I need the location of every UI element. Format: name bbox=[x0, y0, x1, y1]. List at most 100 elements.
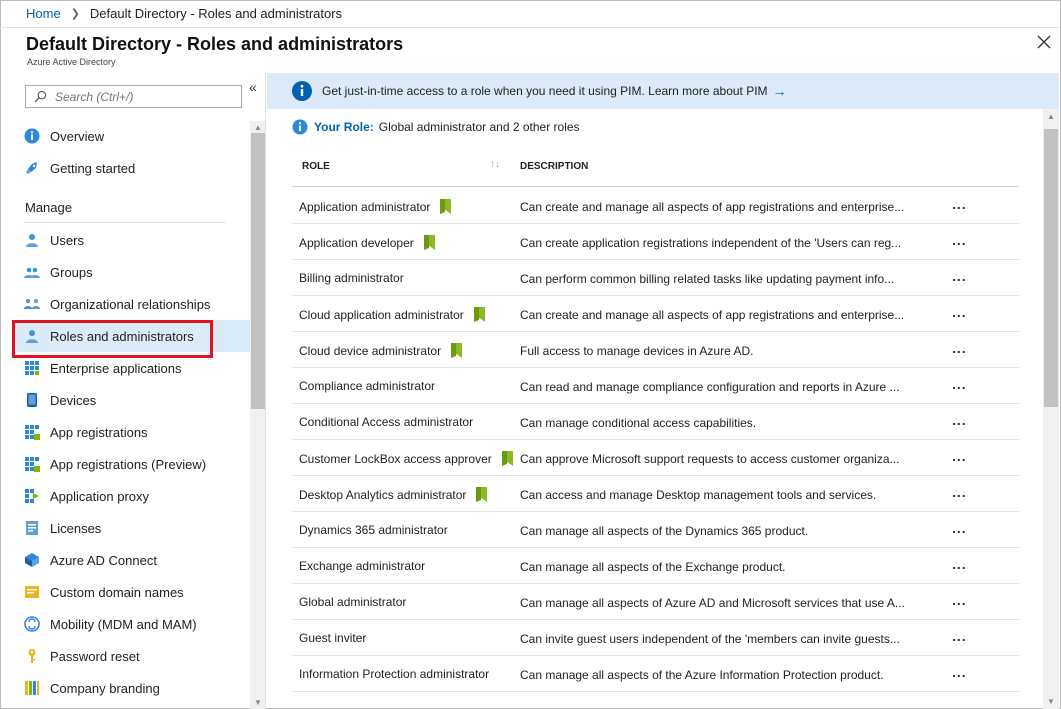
role-description: Can manage all aspects of Azure AD and M… bbox=[520, 596, 905, 610]
table-row[interactable]: Desktop Analytics administrator Can acces… bbox=[292, 476, 1019, 512]
role-name: Exchange administrator bbox=[299, 559, 426, 573]
sidebar-item-licenses[interactable]: Licenses bbox=[12, 512, 250, 544]
sidebar-item-label: Users bbox=[50, 232, 84, 248]
sidebar-item-custom-domain-names[interactable]: Custom domain names bbox=[12, 576, 250, 608]
column-header-description: DESCRIPTION bbox=[520, 161, 589, 172]
table-row[interactable]: Cloud application administrator Can creat… bbox=[292, 296, 1019, 332]
more-options-icon[interactable]: ... bbox=[952, 412, 967, 428]
bookmark-badge-icon bbox=[451, 343, 463, 358]
role-name-cell: Guest inviter bbox=[299, 631, 366, 645]
sidebar-item-roles-and-administrators[interactable]: Roles and administrators bbox=[12, 320, 250, 358]
role-name-cell: Application administrator bbox=[299, 199, 452, 214]
table-row[interactable]: Dynamics 365 administrator Can manage all… bbox=[292, 512, 1019, 548]
more-options-icon[interactable]: ... bbox=[952, 448, 967, 464]
table-row[interactable]: Exchange administrator Can manage all asp… bbox=[292, 548, 1019, 584]
table-row[interactable]: Conditional Access administrator Can mana… bbox=[292, 404, 1019, 440]
column-header-role[interactable]: ROLE bbox=[302, 161, 330, 172]
close-icon[interactable] bbox=[1036, 34, 1052, 50]
sidebar-item-mobility-mdm-and-mam[interactable]: Mobility (MDM and MAM) bbox=[12, 608, 250, 640]
role-description: Can approve Microsoft support requests t… bbox=[520, 452, 900, 466]
collapse-sidebar-button[interactable]: « bbox=[249, 79, 257, 95]
role-description: Can manage all aspects of the Exchange p… bbox=[520, 560, 786, 574]
scroll-down-icon[interactable]: ▼ bbox=[1047, 697, 1055, 706]
sidebar-item-company-branding[interactable]: Company branding bbox=[12, 672, 250, 704]
table-row[interactable]: Guest inviter Can invite guest users inde… bbox=[292, 620, 1019, 656]
scroll-down-icon[interactable]: ▼ bbox=[254, 698, 262, 707]
search-icon bbox=[34, 90, 47, 103]
sidebar-item-app-registrations[interactable]: App registrations bbox=[12, 416, 250, 448]
sidebar-item-overview[interactable]: Overview bbox=[12, 120, 250, 152]
table-header: ROLE ↑↓ DESCRIPTION bbox=[292, 157, 1019, 187]
scroll-up-icon[interactable]: ▲ bbox=[1047, 112, 1055, 121]
user-icon bbox=[24, 232, 40, 248]
section-label-manage: Manage bbox=[25, 200, 72, 215]
more-options-icon[interactable]: ... bbox=[952, 232, 967, 248]
sidebar-item-application-proxy[interactable]: Application proxy bbox=[12, 480, 250, 512]
pim-learn-more-link[interactable]: Get just-in-time access to a role when y… bbox=[322, 83, 787, 99]
sidebar-scrollbar-thumb[interactable] bbox=[251, 133, 265, 409]
table-row[interactable]: Billing administrator Can perform common … bbox=[292, 260, 1019, 296]
table-row[interactable]: Customer LockBox access approver Can appr… bbox=[292, 440, 1019, 476]
sidebar-item-organizational-relationships[interactable]: Organizational relationships bbox=[12, 288, 250, 320]
sidebar-scrollbar[interactable]: ▲ ▼ bbox=[250, 121, 265, 709]
sidebar-item-groups[interactable]: Groups bbox=[12, 256, 250, 288]
key-icon bbox=[24, 648, 40, 664]
sidebar-item-users[interactable]: Users bbox=[12, 224, 250, 256]
more-options-icon[interactable]: ... bbox=[952, 268, 967, 284]
more-options-icon[interactable]: ... bbox=[952, 664, 967, 680]
table-row[interactable]: Compliance administrator Can read and man… bbox=[292, 368, 1019, 404]
sidebar-item-azure-ad-connect[interactable]: Azure AD Connect bbox=[12, 544, 250, 576]
search-box[interactable] bbox=[25, 85, 242, 108]
org-relationships-icon bbox=[24, 296, 40, 312]
sidebar-item-label: App registrations bbox=[50, 424, 148, 440]
more-options-icon[interactable]: ... bbox=[952, 304, 967, 320]
table-row[interactable]: Global administrator Can manage all aspec… bbox=[292, 584, 1019, 620]
chevron-right-icon: ❯ bbox=[70, 8, 80, 20]
bookmark-badge-icon bbox=[423, 235, 435, 250]
more-options-icon[interactable]: ... bbox=[952, 196, 967, 212]
more-options-icon[interactable]: ... bbox=[952, 376, 967, 392]
table-row[interactable]: Application administrator Can create and … bbox=[292, 188, 1019, 224]
role-name: Information Protection administrator bbox=[299, 667, 490, 681]
role-name-cell: Conditional Access administrator bbox=[299, 415, 473, 429]
sidebar-item-password-reset[interactable]: Password reset bbox=[12, 640, 250, 672]
table-row[interactable]: Cloud device administrator Full access to… bbox=[292, 332, 1019, 368]
app-registrations-icon bbox=[24, 424, 40, 440]
your-role-label: Your Role: bbox=[314, 120, 374, 134]
sort-icon[interactable]: ↑↓ bbox=[490, 159, 500, 170]
section-divider bbox=[25, 222, 226, 223]
sidebar-item-label: Devices bbox=[50, 392, 97, 408]
table-row[interactable]: Application developer Can create applicat… bbox=[292, 224, 1019, 260]
sidebar-item-getting-started[interactable]: Getting started bbox=[12, 152, 250, 184]
main-content: Get just-in-time access to a role when y… bbox=[267, 73, 1059, 709]
mobility-icon bbox=[24, 616, 40, 632]
info-icon bbox=[24, 128, 40, 144]
sidebar-item-label: Custom domain names bbox=[50, 584, 184, 600]
role-name-cell: Application developer bbox=[299, 235, 435, 250]
breadcrumb-home-link[interactable]: Home bbox=[26, 6, 61, 21]
more-options-icon[interactable]: ... bbox=[952, 592, 967, 608]
role-name: Dynamics 365 administrator bbox=[299, 523, 448, 537]
more-options-icon[interactable]: ... bbox=[952, 520, 967, 536]
ad-connect-icon bbox=[24, 552, 40, 568]
more-options-icon[interactable]: ... bbox=[952, 556, 967, 572]
sidebar-item-enterprise-applications[interactable]: Enterprise applications bbox=[12, 352, 250, 384]
page-title: Default Directory - Roles and administra… bbox=[26, 34, 404, 54]
sidebar-item-label: Licenses bbox=[50, 520, 102, 536]
table-row[interactable]: Information Protection administrator Can … bbox=[292, 656, 1019, 692]
sidebar-item-app-registrations-preview[interactable]: App registrations (Preview) bbox=[12, 448, 250, 480]
sidebar-item-devices[interactable]: Devices bbox=[12, 384, 250, 416]
role-name: Billing administrator bbox=[299, 271, 404, 285]
more-options-icon[interactable]: ... bbox=[952, 340, 967, 356]
search-input[interactable] bbox=[55, 89, 225, 104]
main-scrollbar[interactable]: ▲ ▼ bbox=[1043, 109, 1059, 709]
scroll-up-icon[interactable]: ▲ bbox=[254, 123, 262, 132]
arrow-right-icon: → bbox=[772, 83, 787, 99]
branding-icon bbox=[24, 680, 40, 696]
more-options-icon[interactable]: ... bbox=[952, 628, 967, 644]
domain-icon bbox=[24, 584, 40, 600]
main-scrollbar-thumb[interactable] bbox=[1044, 129, 1058, 407]
sidebar-item-label: Password reset bbox=[50, 648, 140, 664]
more-options-icon[interactable]: ... bbox=[952, 484, 967, 500]
rocket-icon bbox=[24, 160, 40, 176]
